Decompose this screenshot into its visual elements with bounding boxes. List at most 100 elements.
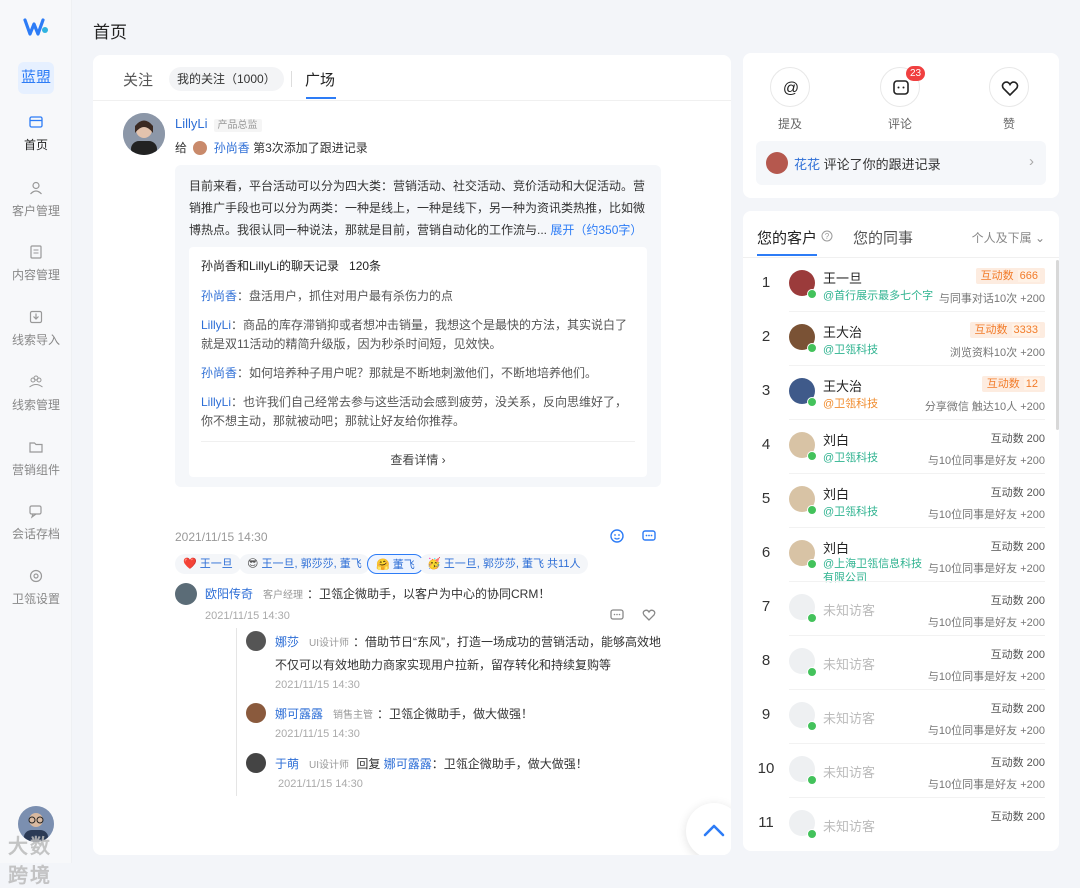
commenter-avatar[interactable] — [175, 583, 197, 605]
app-logo-icon[interactable] — [23, 16, 49, 38]
activity-desc: 与同事对话10次 +200 — [938, 293, 1045, 305]
notification-panel: @ 提及 评论 赞 花花 评论了你的跟进记录 › — [743, 53, 1059, 198]
activity-desc: 与10位同事是好友 +200 — [927, 563, 1045, 575]
reaction-chip[interactable]: 🤗 董飞 — [367, 554, 424, 574]
sidebar-item-user[interactable]: 客户管理 — [0, 180, 72, 219]
tab-divider — [291, 71, 292, 87]
activity-label: 互动数 — [974, 324, 1008, 336]
customer-name: 刘白 — [823, 433, 850, 448]
action-prefix: 给 — [175, 141, 188, 155]
org-badge[interactable]: 蓝盟 — [18, 62, 54, 94]
customer-row[interactable]: 3 王大治 @卫瓴科技 互动数 12 分享微信 触达10人 +200 — [743, 366, 1059, 420]
chat-line: 孙尚香：盘活用户，抓住对用户最有杀伤力的点 — [201, 287, 635, 306]
latest-notification[interactable]: 花花 评论了你的跟进记录 › — [756, 141, 1046, 185]
scroll-to-top-button[interactable] — [686, 803, 731, 855]
comment-icon[interactable] — [641, 528, 657, 544]
reply-to-name[interactable]: 娜可露露 — [384, 757, 432, 771]
reply-author[interactable]: 于萌 — [275, 757, 299, 771]
like-notif-button[interactable] — [989, 67, 1029, 107]
notif-user-name[interactable]: 花花 — [794, 157, 820, 172]
reaction-chip[interactable]: 🥳 王一旦, 郭莎莎, 董飞 共11人 — [419, 554, 589, 574]
reply-avatar[interactable] — [246, 631, 266, 651]
chat-speaker[interactable]: LillyLi — [201, 395, 231, 409]
reply-time: 2021/11/15 14:30 — [278, 778, 363, 790]
customer-row[interactable]: 11 未知访客 互动数 200 — [743, 798, 1059, 851]
chevron-up-icon — [703, 824, 725, 837]
reaction-names: 董飞 — [392, 559, 415, 571]
tab-follow[interactable]: 关注 — [123, 69, 153, 90]
customer-name: 未知访客 — [823, 819, 876, 834]
expand-link[interactable]: 展开（约350字） — [550, 223, 642, 237]
customer-row[interactable]: 7 未知访客 互动数 200 与10位同事是好友 +200 — [743, 582, 1059, 636]
view-detail-button[interactable]: 查看详情 › — [201, 441, 635, 477]
author-avatar[interactable] — [123, 113, 165, 155]
post-time: 2021/11/15 14:30 — [175, 530, 268, 544]
sidebar-item-document[interactable]: 内容管理 — [0, 244, 72, 283]
comment-text: ：卫瓴企微助手，以客户为中心的协同CRM！ — [307, 587, 551, 601]
customer-name: 刘白 — [823, 541, 850, 556]
scope-filter[interactable]: 个人及下属 ⌄ — [972, 229, 1045, 246]
reply-1-line2: 不仅可以有效地助力商家实现用户拉新，留存转化和持续复购等 — [275, 658, 612, 672]
sidebar-item-import[interactable]: 线索导入 — [0, 309, 72, 348]
sidebar-item-label: 会话存档 — [11, 527, 60, 541]
notif-user-avatar — [766, 152, 788, 174]
author-role: 产品总监 — [213, 119, 262, 132]
chat-record-title: 孙尚香和LillyLi的聊天记录 120条 — [201, 255, 635, 281]
scrollbar[interactable] — [1056, 260, 1059, 430]
rank-number: 6 — [761, 544, 771, 561]
chat-count: 120条 — [349, 259, 382, 273]
reply-word: 回复 — [356, 757, 381, 771]
chat-speaker[interactable]: LillyLi — [201, 318, 231, 332]
customer-row[interactable]: 1 王一旦 @首行展示最多七个字 互动数 666 与同事对话10次 +200 — [743, 258, 1059, 312]
commenter-name[interactable]: 欧阳传奇 — [205, 587, 253, 601]
reply-1: 娜莎 UI设计师 ：借助节日“东风”，打造一场成功的营销活动，能够高效地 — [275, 633, 661, 650]
customer-row[interactable]: 10 未知访客 互动数 200 与10位同事是好友 +200 — [743, 744, 1059, 798]
user-icon — [30, 181, 42, 195]
reaction-chip[interactable]: 😎 王一旦, 郭莎莎, 董飞 — [239, 554, 370, 574]
chat-line: LillyLi：商品的库存滞销抑或者想冲击销量，我想这个是最快的方法，其实说白了… — [201, 316, 635, 354]
customer-row[interactable]: 8 未知访客 互动数 200 与10位同事是好友 +200 — [743, 636, 1059, 690]
my-follow-chip[interactable]: 我的关注（1000） — [169, 67, 284, 91]
sidebar-item-folder[interactable]: 营销组件 — [0, 439, 72, 478]
sidebar-item-label: 卫瓴设置 — [11, 592, 60, 606]
chat-record-card[interactable]: 孙尚香和LillyLi的聊天记录 120条 孙尚香：盘活用户，抓住对用户最有杀伤… — [189, 247, 647, 477]
reply-author[interactable]: 娜可露露 — [275, 707, 323, 721]
chat-speaker[interactable]: 孙尚香 — [201, 366, 237, 380]
reply-author[interactable]: 娜莎 — [275, 635, 299, 649]
mention-button[interactable]: @ — [770, 67, 810, 107]
sidebar-item-home[interactable]: 首页 — [0, 114, 72, 153]
target-name[interactable]: 孙尚香 — [214, 141, 250, 155]
activity-desc: 分享微信 触达10人 +200 — [924, 401, 1045, 413]
tab-customers[interactable]: 您的客户 — [757, 227, 817, 248]
react-icon[interactable] — [609, 528, 625, 544]
reaction-chip[interactable]: ❤️ 王一旦 — [175, 554, 241, 574]
customer-row[interactable]: 5 刘白 @卫瓴科技 互动数 200 与10位同事是好友 +200 — [743, 474, 1059, 528]
tab-square[interactable]: 广场 — [305, 69, 335, 90]
reply-avatar[interactable] — [246, 703, 266, 723]
customer-ranking-panel: 您的客户 ? 您的同事 个人及下属 ⌄ 1 王一旦 @首行展示最多七个字 互动数 666… — [743, 211, 1059, 851]
reply-icon[interactable] — [609, 607, 625, 623]
sidebar-item-group[interactable]: 线索管理 — [0, 374, 72, 413]
reply-role: UI设计师 — [309, 760, 350, 771]
activity-desc: 与10位同事是好友 +200 — [927, 779, 1045, 791]
customer-row[interactable]: 6 刘白 @上海卫瓴信息科技有限公司 互动数 200 与10位同事是好友 +200 — [743, 528, 1059, 584]
customer-row[interactable]: 9 未知访客 互动数 200 与10位同事是好友 +200 — [743, 690, 1059, 744]
wechat-icon — [807, 559, 817, 569]
chat-speaker[interactable]: 孙尚香 — [201, 289, 237, 303]
activity-desc: 与10位同事是好友 +200 — [927, 671, 1045, 683]
sidebar-item-settings[interactable]: 卫瓴设置 — [0, 568, 72, 607]
like-icon[interactable] — [641, 607, 657, 623]
chat-text: ：也许我们自己经常去参与这些活动会感到疲劳，没关系，反向思维好了，你不想主动，那… — [201, 395, 628, 428]
reply-time: 2021/11/15 14:30 — [275, 728, 360, 740]
info-icon[interactable]: ? — [821, 230, 833, 242]
author-name[interactable]: LillyLi — [175, 116, 208, 131]
tab-colleagues[interactable]: 您的同事 — [853, 227, 913, 248]
customer-row[interactable]: 4 刘白 @卫瓴科技 互动数 200 与10位同事是好友 +200 — [743, 420, 1059, 474]
chat-text: ：商品的库存滞销抑或者想冲击销量，我想这个是最快的方法，其实说白了就是双11活动… — [201, 318, 628, 351]
reply-avatar[interactable] — [246, 753, 266, 773]
activity-label: 互动数 — [986, 378, 1020, 390]
reply-3: 于萌 UI设计师 回复 娜可露露：卫瓴企微助手，做大做强！ — [275, 755, 588, 772]
customer-row[interactable]: 2 王大治 @卫瓴科技 互动数 3333 浏览资料10次 +200 — [743, 312, 1059, 366]
sidebar-item-chat[interactable]: 会话存档 — [0, 503, 72, 542]
customer-company: @卫瓴科技 — [823, 344, 879, 356]
